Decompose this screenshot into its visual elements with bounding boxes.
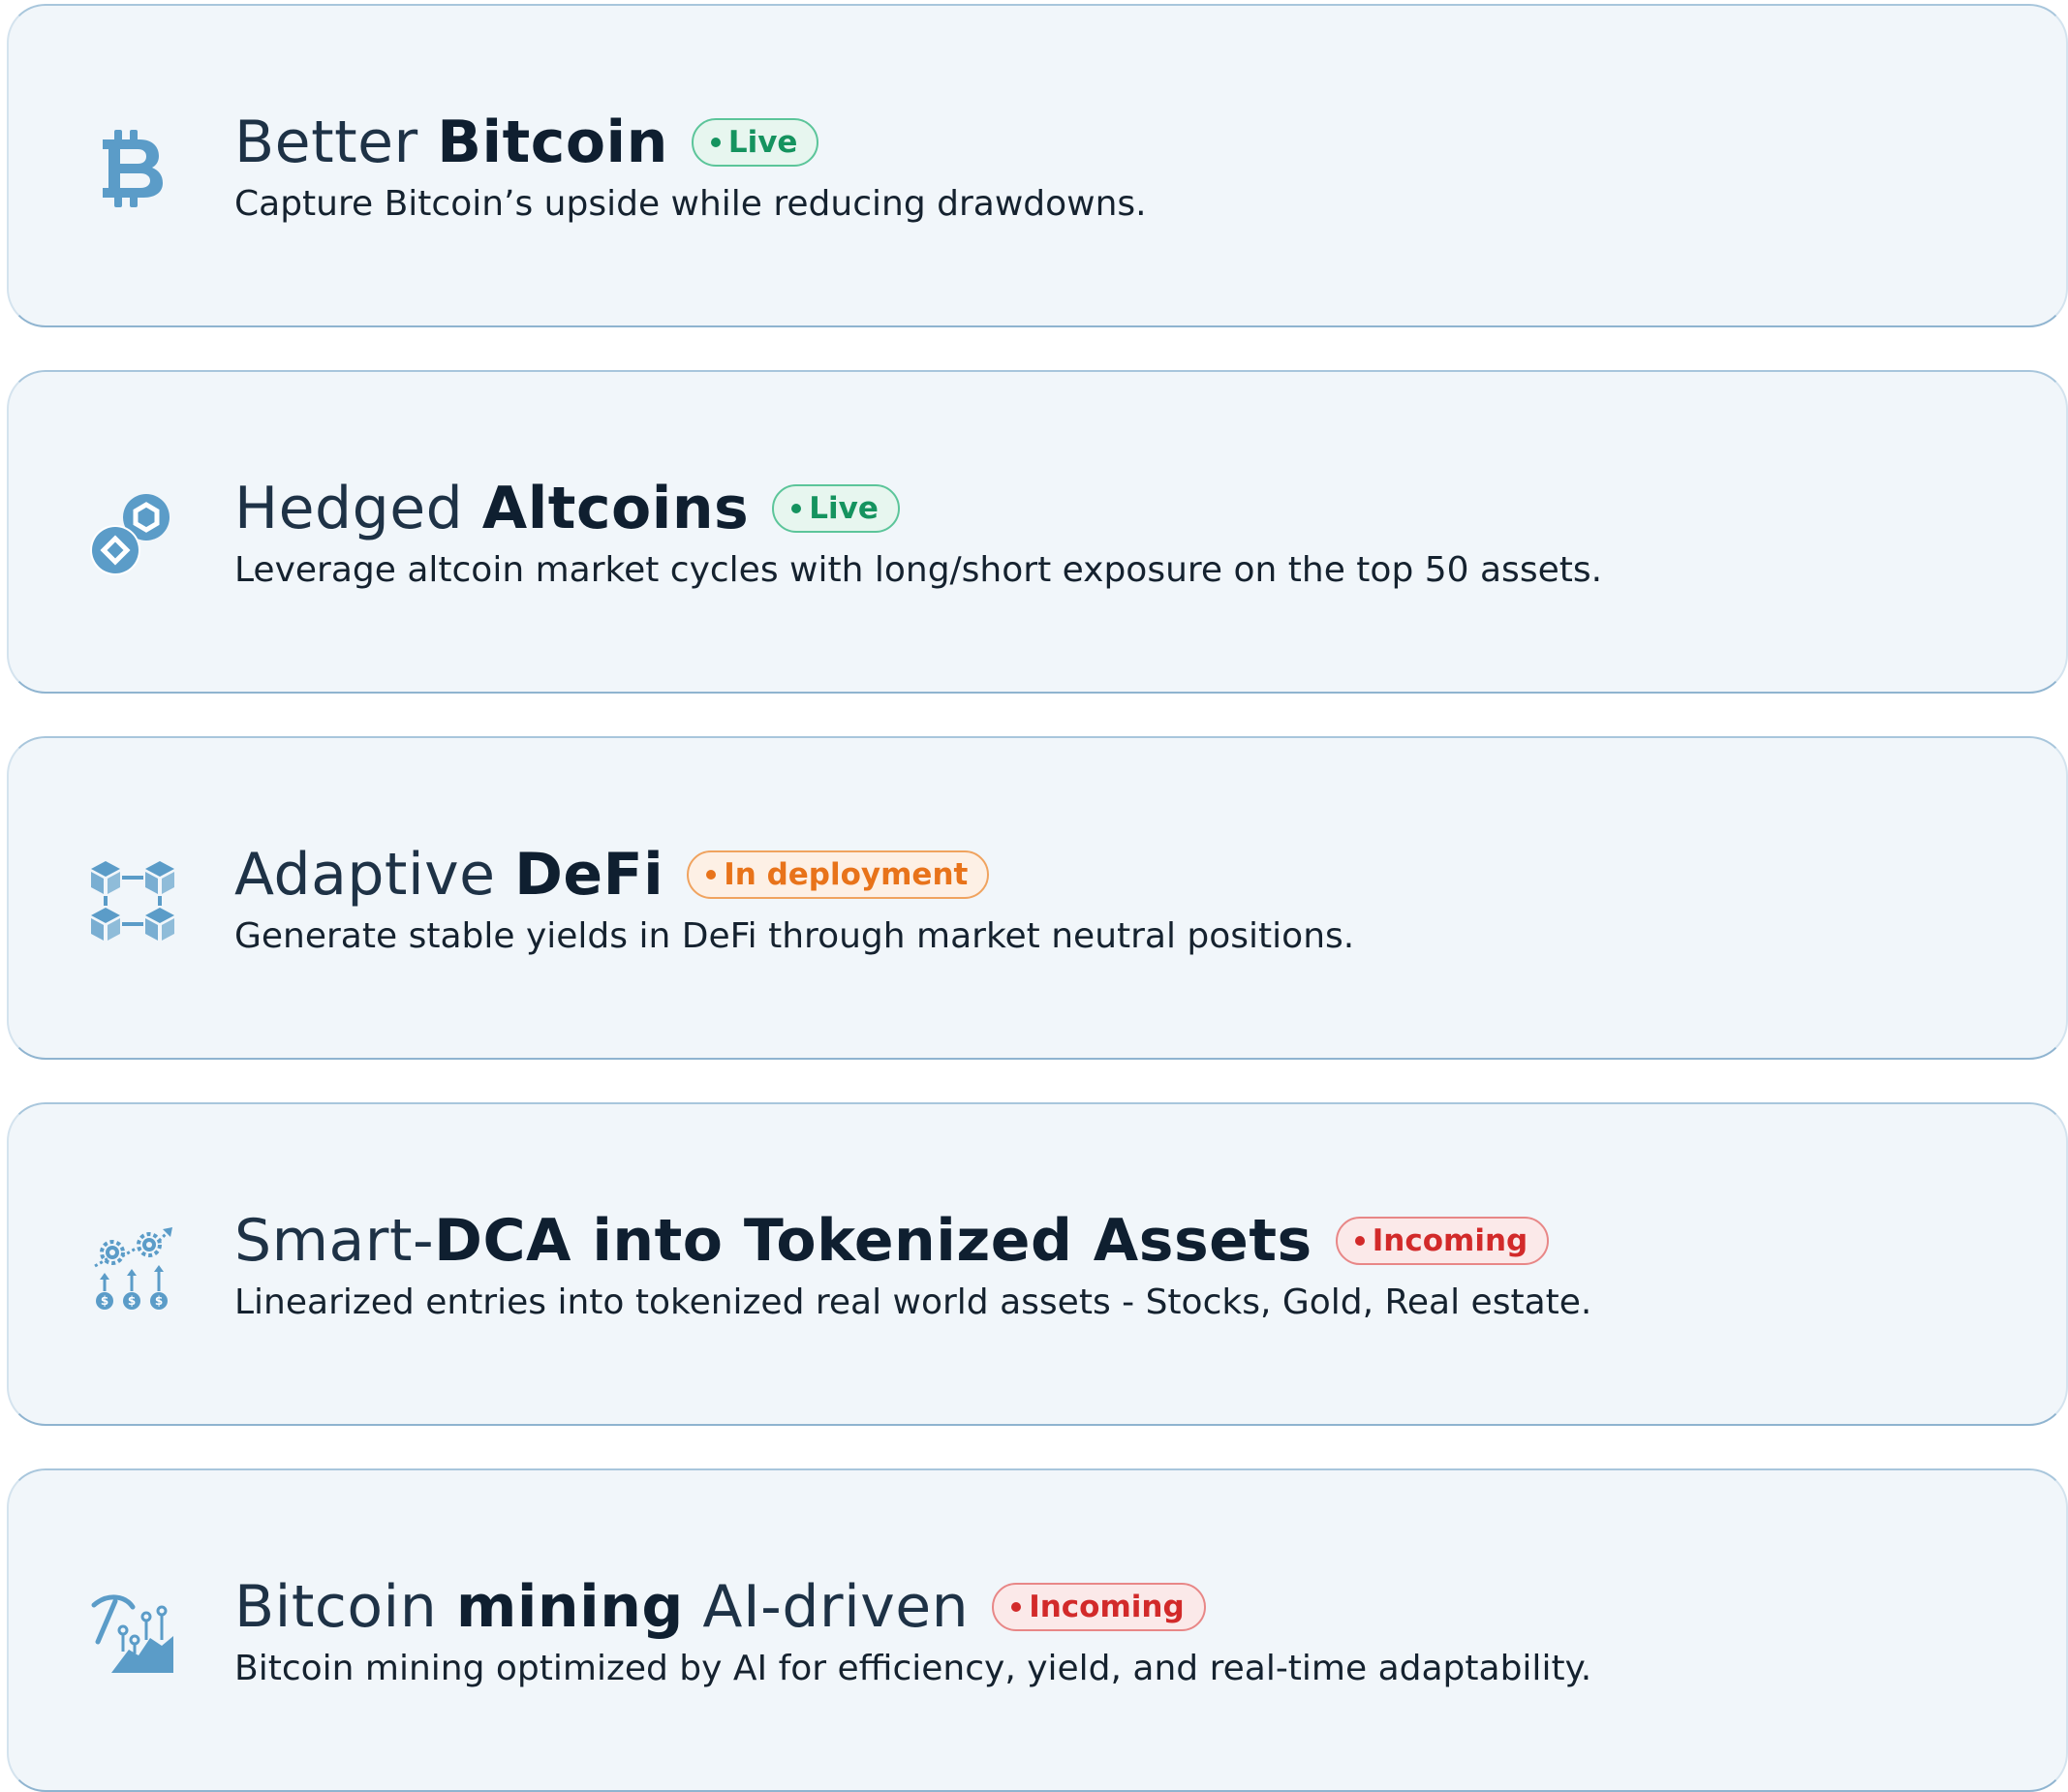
status-dot-icon <box>1354 1236 1365 1246</box>
card-description: Bitcoin mining optimized by AI for effic… <box>234 1649 1592 1688</box>
card-title-row: Smart-DCA into Tokenized Assets Incoming <box>234 1205 2027 1277</box>
status-badge: Live <box>691 118 819 167</box>
strategy-card-better-bitcoin[interactable]: Better Bitcoin Live Capture Bitcoin’s up… <box>7 4 2068 327</box>
mining-icon <box>86 1587 179 1680</box>
card-title: Bitcoin mining AI-driven <box>234 1573 970 1641</box>
card-title-row: Bitcoin mining AI-driven Incoming <box>234 1571 2027 1643</box>
svg-text:$: $ <box>101 1294 108 1308</box>
card-content: Better Bitcoin Live Capture Bitcoin’s up… <box>234 107 2027 229</box>
blockchain-icon <box>86 854 179 947</box>
card-description: Linearized entries into tokenized real w… <box>234 1282 1592 1322</box>
card-title: Hedged Altcoins <box>234 475 750 542</box>
investment-growth-icon: $ $ $ <box>86 1220 179 1313</box>
card-content: Smart-DCA into Tokenized Assets Incoming… <box>234 1205 2027 1327</box>
strategy-card-bitcoin-mining[interactable]: Bitcoin mining AI-driven Incoming Bitcoi… <box>7 1468 2068 1792</box>
strategy-list: Better Bitcoin Live Capture Bitcoin’s up… <box>7 4 2068 1792</box>
card-title: Smart-DCA into Tokenized Assets <box>234 1207 1312 1275</box>
svg-text:$: $ <box>155 1294 163 1308</box>
status-dot-icon <box>1011 1602 1022 1612</box>
status-dot-icon <box>710 138 721 147</box>
card-title-row: Adaptive DeFi In deployment <box>234 839 2027 911</box>
status-badge: In deployment <box>687 850 990 899</box>
status-label: Incoming <box>1372 1223 1528 1258</box>
status-badge: Live <box>772 484 900 533</box>
card-title-row: Hedged Altcoins Live <box>234 473 2027 544</box>
card-content: Bitcoin mining AI-driven Incoming Bitcoi… <box>234 1571 2027 1693</box>
status-badge: Incoming <box>1335 1217 1550 1265</box>
status-badge: Incoming <box>992 1583 1206 1631</box>
card-content: Adaptive DeFi In deployment Generate sta… <box>234 839 2027 961</box>
svg-text:$: $ <box>128 1294 136 1308</box>
bitcoin-icon <box>86 122 179 215</box>
status-dot-icon <box>791 504 802 513</box>
card-content: Hedged Altcoins Live Leverage altcoin ma… <box>234 473 2027 595</box>
card-title-row: Better Bitcoin Live <box>234 107 2027 178</box>
status-dot-icon <box>706 870 717 880</box>
card-description: Capture Bitcoin’s upside while reducing … <box>234 184 1147 224</box>
card-description: Generate stable yields in DeFi through m… <box>234 916 1355 956</box>
status-label: In deployment <box>724 857 969 892</box>
strategy-card-adaptive-defi[interactable]: Adaptive DeFi In deployment Generate sta… <box>7 736 2068 1060</box>
status-label: Incoming <box>1029 1590 1185 1624</box>
coins-icon <box>86 488 179 581</box>
card-title: Adaptive DeFi <box>234 841 664 909</box>
strategy-card-smart-dca[interactable]: $ $ $ Smart-DCA into Tokenized Assets In… <box>7 1102 2068 1426</box>
card-title: Better Bitcoin <box>234 108 668 176</box>
status-label: Live <box>809 491 879 526</box>
strategy-card-hedged-altcoins[interactable]: Hedged Altcoins Live Leverage altcoin ma… <box>7 370 2068 694</box>
status-label: Live <box>727 125 798 160</box>
card-description: Leverage altcoin market cycles with long… <box>234 550 1603 590</box>
